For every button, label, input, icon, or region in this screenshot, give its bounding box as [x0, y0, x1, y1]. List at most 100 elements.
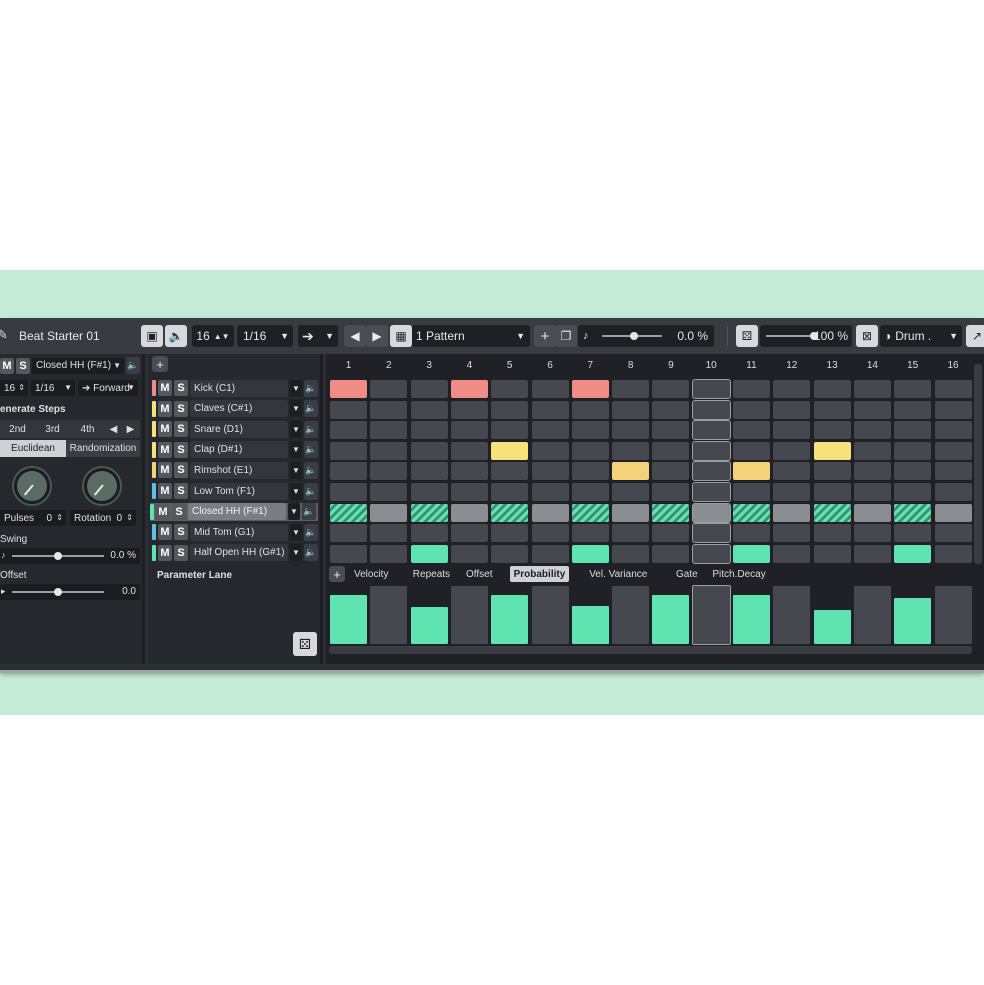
- step-cell[interactable]: [450, 462, 488, 481]
- step-cell[interactable]: [531, 400, 569, 419]
- step-cell[interactable]: [733, 441, 770, 460]
- probability-bar[interactable]: [691, 585, 731, 645]
- solo-button[interactable]: S: [174, 380, 188, 396]
- step-cell[interactable]: [531, 441, 569, 460]
- swing-control[interactable]: ♪ 0.0 %: [578, 325, 714, 347]
- step-cell[interactable]: [330, 400, 367, 419]
- speaker-icon[interactable]: 🔈: [304, 420, 318, 438]
- gen-4th-button[interactable]: 4th: [70, 424, 105, 435]
- probability-bar[interactable]: [733, 594, 770, 644]
- step-cell[interactable]: [531, 483, 569, 501]
- step-cell[interactable]: [894, 400, 932, 419]
- probability-bar[interactable]: [410, 606, 448, 644]
- step-cell[interactable]: [934, 400, 972, 419]
- lane-row[interactable]: M S Half Open HH (G#1) ▼ 🔈: [152, 544, 318, 562]
- pattern-select[interactable]: 1 Pattern ▼: [412, 325, 530, 347]
- param-tab[interactable]: Gate: [672, 566, 702, 582]
- param-tab[interactable]: Offset: [462, 566, 497, 582]
- lane-row[interactable]: M S Closed HH (F#1) ▼ 🔈: [150, 502, 318, 521]
- lane-speaker-icon[interactable]: 🔈: [126, 357, 140, 374]
- step-cell[interactable]: [571, 524, 609, 543]
- speaker-icon[interactable]: 🔈: [165, 325, 187, 347]
- step-cell[interactable]: [450, 400, 488, 419]
- step-cell[interactable]: [491, 524, 529, 543]
- step-cell[interactable]: [612, 421, 650, 440]
- step-cell[interactable]: [773, 524, 811, 543]
- step-cell[interactable]: [410, 400, 448, 419]
- step-cell[interactable]: [691, 440, 731, 461]
- step-cell[interactable]: [531, 462, 569, 481]
- step-cell[interactable]: [934, 524, 972, 543]
- step-cell[interactable]: [652, 524, 690, 543]
- tab-randomization[interactable]: Randomization: [66, 440, 140, 457]
- step-cell[interactable]: [853, 421, 891, 440]
- probability-bar[interactable]: [813, 610, 851, 644]
- step-cell[interactable]: [652, 503, 690, 522]
- lane-name[interactable]: Claves (C#1): [190, 400, 288, 418]
- step-cell[interactable]: [773, 441, 811, 460]
- step-cell[interactable]: [733, 421, 770, 440]
- probability-bar[interactable]: [773, 586, 811, 644]
- step-cell[interactable]: [652, 421, 690, 440]
- solo-button[interactable]: S: [174, 544, 188, 561]
- step-cell[interactable]: [934, 503, 972, 522]
- step-cell[interactable]: [813, 544, 851, 563]
- probability-bar[interactable]: [652, 594, 690, 644]
- step-cell[interactable]: [652, 380, 690, 398]
- step-cell[interactable]: [691, 399, 731, 420]
- step-cell[interactable]: [491, 421, 529, 440]
- step-cell[interactable]: [894, 441, 932, 460]
- param-tab[interactable]: Vel. Variance: [585, 566, 651, 582]
- step-cell[interactable]: [410, 503, 448, 522]
- probability-bar[interactable]: [571, 605, 609, 644]
- speaker-icon[interactable]: 🔈: [304, 461, 318, 479]
- gen-3rd-button[interactable]: 3rd: [35, 424, 70, 435]
- chevron-down-icon[interactable]: ▼: [290, 379, 302, 397]
- speaker-icon[interactable]: 🔈: [304, 400, 318, 418]
- speaker-icon[interactable]: 🔈: [304, 523, 318, 541]
- step-cell[interactable]: [813, 400, 851, 419]
- step-cell[interactable]: [853, 503, 891, 522]
- add-param-icon[interactable]: +: [329, 566, 345, 582]
- step-cell[interactable]: [450, 524, 488, 543]
- mute-button[interactable]: M: [0, 357, 14, 374]
- probability-bar[interactable]: [853, 586, 891, 644]
- probability-bar[interactable]: [330, 594, 367, 644]
- step-cell[interactable]: [330, 503, 367, 522]
- step-cell[interactable]: [691, 461, 731, 482]
- step-cell[interactable]: [450, 544, 488, 563]
- solo-button[interactable]: S: [174, 441, 188, 458]
- lane-select[interactable]: Closed HH (F#1) ▼: [32, 357, 124, 374]
- step-cell[interactable]: [652, 544, 690, 563]
- step-cell[interactable]: [531, 421, 569, 440]
- panel-toggle-icon[interactable]: ▣: [141, 325, 163, 347]
- step-cell[interactable]: [612, 400, 650, 419]
- left-swing-slider[interactable]: [12, 552, 104, 560]
- resolution-select[interactable]: 1/16 ▼: [237, 325, 293, 347]
- step-cell[interactable]: [733, 483, 770, 501]
- pattern-grid-icon[interactable]: ▦: [390, 325, 412, 347]
- lane-name[interactable]: Snare (D1): [190, 420, 288, 438]
- solo-button[interactable]: S: [174, 421, 188, 438]
- step-cell[interactable]: [894, 483, 932, 501]
- step-cell[interactable]: [612, 483, 650, 501]
- dice-icon[interactable]: ⚄: [736, 325, 758, 347]
- speaker-icon[interactable]: 🔈: [302, 503, 316, 521]
- step-cell[interactable]: [612, 441, 650, 460]
- step-cell[interactable]: [773, 503, 811, 522]
- step-cell[interactable]: [531, 524, 569, 543]
- step-cell[interactable]: [853, 524, 891, 543]
- step-cell[interactable]: [691, 523, 731, 544]
- mute-button[interactable]: M: [158, 421, 172, 438]
- speaker-icon[interactable]: 🔈: [304, 379, 318, 397]
- step-cell[interactable]: [853, 380, 891, 398]
- step-cell[interactable]: [370, 544, 408, 563]
- tab-euclidean[interactable]: Euclidean: [0, 440, 66, 457]
- step-cell[interactable]: [853, 441, 891, 460]
- step-cell[interactable]: [894, 524, 932, 543]
- direction-select[interactable]: ➔ ▼: [298, 325, 338, 347]
- chevron-down-icon[interactable]: ▼: [290, 400, 302, 418]
- step-cell[interactable]: [410, 462, 448, 481]
- step-cell[interactable]: [934, 380, 972, 398]
- step-cell[interactable]: [934, 483, 972, 501]
